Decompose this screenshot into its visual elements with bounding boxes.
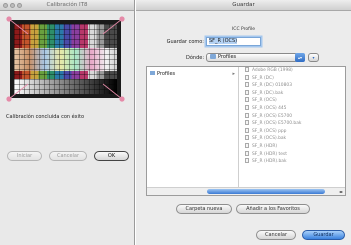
file-name: SF_R (OCS) 445 <box>252 105 287 111</box>
document-icon <box>245 120 249 126</box>
cancel-button[interactable]: Cancelar <box>256 230 296 240</box>
list-item[interactable]: SF_R (DC) 010803 <box>243 82 345 90</box>
add-to-favorites-button[interactable]: Añadir a los Favoritos <box>236 204 310 214</box>
list-item[interactable]: SF_R (HDR) test <box>243 150 345 159</box>
expand-toggle-button[interactable]: ▾ <box>308 53 319 62</box>
list-item[interactable]: SF_R (HDR) <box>243 142 345 151</box>
document-icon <box>245 82 249 88</box>
list-item[interactable]: SF_R (OCS) 445 <box>243 104 345 113</box>
file-name: SF_R (DC) 010803 <box>252 83 292 89</box>
dialog-subtitle: ICC Profile <box>231 27 256 32</box>
file-name: SF_R (HDR).bak <box>252 159 287 165</box>
crop-handle-top-left[interactable] <box>6 16 12 22</box>
document-icon <box>245 150 249 156</box>
file-browser: Profiles ▸ Adobe RGB (1998) SF_R (DC) SF… <box>146 66 346 196</box>
scrollbar-thumb[interactable] <box>207 189 325 194</box>
scroll-arrows-icon[interactable]: ◂▸ <box>339 188 343 195</box>
list-item[interactable]: SF_R (DC) <box>243 74 345 83</box>
document-icon <box>245 104 249 110</box>
file-name: SF_R (OCS) E5700.bak <box>252 121 302 127</box>
document-icon <box>245 158 249 164</box>
document-icon <box>245 135 249 141</box>
sidebar-item-profiles[interactable]: Profiles ▸ <box>149 71 237 78</box>
folder-icon <box>150 71 155 75</box>
crop-line-bottom-left <box>8 83 29 100</box>
save-dialog: Guardar ICC Profile Guardar como: SF_R (… <box>136 0 351 245</box>
list-item[interactable]: SF_R (DC).bak <box>243 89 345 98</box>
document-icon <box>245 67 249 72</box>
crop-handle-bottom-left[interactable] <box>6 96 12 102</box>
file-name: SF_R (OCS) E5700 <box>252 113 293 119</box>
document-icon <box>245 74 249 80</box>
browser-column-locations: Profiles ▸ <box>147 67 239 189</box>
chevron-right-icon: ▸ <box>232 71 235 77</box>
crop-line-bottom-right <box>102 83 123 100</box>
file-name: SF_R (HDR) <box>252 143 278 149</box>
document-icon <box>245 89 249 95</box>
crop-line-top-right <box>102 18 123 35</box>
where-popup[interactable]: Profiles <box>206 53 298 62</box>
folder-icon <box>210 54 216 59</box>
calibration-status-text: Calibración concluida con éxito <box>6 114 85 120</box>
file-name: Adobe RGB (1998) <box>252 68 293 73</box>
crop-handle-top-right[interactable] <box>119 16 125 22</box>
list-item[interactable]: Adobe RGB (1998) <box>243 67 345 75</box>
where-label: Dónde: <box>185 55 204 61</box>
save-as-label: Guardar como: <box>166 39 204 45</box>
list-item[interactable]: SF_R (OCS) E5700 <box>243 112 345 121</box>
crop-guides <box>6 16 125 102</box>
list-item[interactable]: SF_R (OCS) ppp <box>243 127 345 136</box>
list-item[interactable]: SF_R (OCS).bak <box>243 135 345 143</box>
where-value: Profiles <box>218 54 237 60</box>
file-name: SF_R (OCS) ppp <box>252 128 287 134</box>
browser-column-files: Adobe RGB (1998) SF_R (DC) SF_R (DC) 010… <box>243 67 345 189</box>
sidebar-item-label: Profiles <box>157 71 176 77</box>
save-dialog-title: Guardar <box>232 2 255 8</box>
file-name: SF_R (HDR) test <box>252 151 287 157</box>
start-button[interactable]: Iniciar <box>7 151 42 161</box>
document-icon <box>245 112 249 118</box>
save-titlebar: Guardar <box>136 0 351 11</box>
list-item[interactable]: SF_R (HDR).bak <box>243 158 345 166</box>
calibration-window: Calibración IT8 Calibración concluida co… <box>0 0 135 245</box>
ok-button[interactable]: OK <box>94 151 129 161</box>
list-item[interactable]: SF_R (OCS) <box>243 97 345 105</box>
new-folder-button[interactable]: Carpeta nueva <box>176 204 232 214</box>
document-icon <box>245 127 249 133</box>
save-as-field[interactable]: SF_R (OCS) <box>206 37 261 46</box>
file-name: SF_R (DC) <box>252 75 274 81</box>
crop-line-top-left <box>8 18 29 35</box>
crop-handle-bottom-right[interactable] <box>119 96 125 102</box>
chevron-updown-icon[interactable]: ▴▾ <box>295 53 305 62</box>
calibration-titlebar: Calibración IT8 <box>0 0 134 11</box>
file-name: SF_R (OCS).bak <box>252 136 287 142</box>
save-as-value: SF_R (OCS) <box>209 38 238 44</box>
calibration-window-title: Calibración IT8 <box>46 2 88 8</box>
document-icon <box>245 142 249 148</box>
list-item[interactable]: SF_R (OCS) E5700.bak <box>243 120 345 128</box>
horizontal-scrollbar[interactable]: ◂▸ <box>147 187 345 195</box>
file-name: SF_R (DC).bak <box>252 90 284 96</box>
cancel-calibration-button[interactable]: Cancelar <box>49 151 87 161</box>
document-icon <box>245 97 249 103</box>
file-name: SF_R (OCS) <box>252 98 277 104</box>
save-button[interactable]: Guardar <box>302 230 345 240</box>
